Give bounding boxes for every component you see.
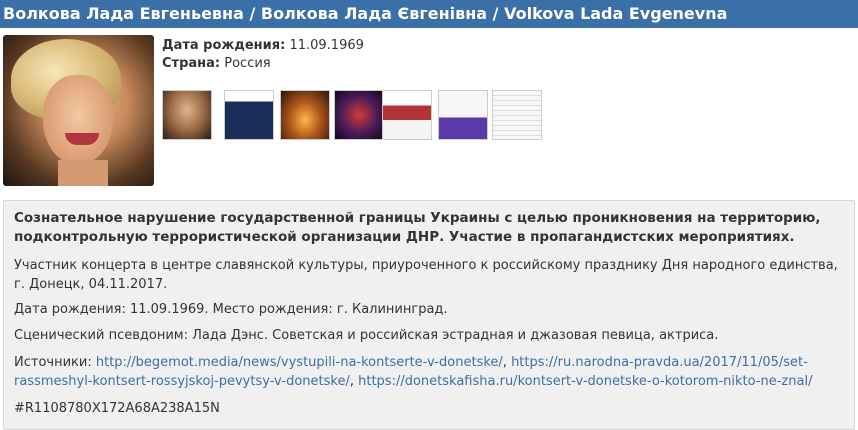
description-panel: Сознательное нарушение государственной г…	[3, 200, 855, 430]
country-value: Россия	[224, 56, 271, 71]
country-row: Страна: Россия	[162, 56, 271, 71]
evidence-thumbnail-5[interactable]	[382, 90, 432, 140]
page-title: Волкова Лада Евгеньевна / Волкова Лада Є…	[0, 0, 858, 28]
sources-label: Источники:	[14, 355, 92, 370]
country-label: Страна:	[162, 56, 221, 71]
evidence-thumbnail-6[interactable]	[438, 90, 488, 140]
profile-photo[interactable]	[3, 35, 154, 186]
dob-row: Дата рождения: 11.09.1969	[162, 38, 364, 53]
evidence-thumbnail-2[interactable]	[224, 90, 274, 140]
dob-value: 11.09.1969	[289, 38, 364, 53]
dob-label: Дата рождения:	[162, 38, 286, 53]
description-title: Сознательное нарушение государственной г…	[14, 210, 821, 245]
evidence-thumbnail-4[interactable]	[334, 90, 384, 140]
record-hash: #R1108780X172A68A238A15N	[14, 401, 220, 416]
sources-paragraph: Источники: http://begemot.media/news/vys…	[14, 355, 813, 389]
evidence-thumbnail-7[interactable]	[492, 90, 542, 140]
source-link-1[interactable]: http://begemot.media/news/vystupili-na-k…	[96, 355, 503, 370]
description-paragraph-birth: Дата рождения: 11.09.1969. Место рождени…	[14, 302, 448, 317]
description-paragraph-concert: Участник концерта в центре славянской ку…	[14, 258, 838, 292]
description-paragraph-pseudonym: Сценический псевдоним: Лада Дэнс. Советс…	[14, 328, 719, 343]
evidence-thumbnail-1[interactable]	[162, 90, 212, 140]
evidence-thumbnail-3[interactable]	[280, 90, 330, 140]
source-link-3[interactable]: https://donetskafisha.ru/kontsert-v-done…	[358, 374, 812, 389]
